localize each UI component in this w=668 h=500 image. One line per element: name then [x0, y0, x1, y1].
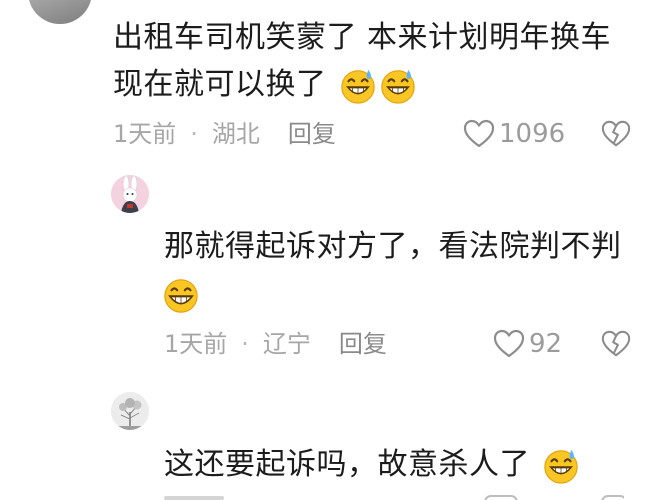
broken-heart-icon [601, 120, 631, 147]
heart-icon [493, 329, 525, 358]
avatar[interactable] [111, 175, 149, 213]
dislike-button[interactable] [601, 329, 631, 359]
comment-text: 这还要起诉吗，故意杀人了 [164, 444, 580, 486]
comment-text: 那就得起诉对方了，看法院判不判 [164, 226, 622, 268]
grin-sweat-emoji [542, 447, 580, 485]
rabbit-avatar-image [111, 175, 149, 213]
meta-separator: · [190, 120, 198, 148]
comment-item: 这还要起诉吗，故意杀人了 [0, 380, 668, 500]
broken-heart-icon [601, 330, 631, 357]
like-count: 1096 [499, 119, 566, 149]
comment-text-line: 这还要起诉吗，故意杀人了 [164, 447, 530, 482]
like-count: 92 [529, 329, 563, 359]
comment-meta: 1天前 · 辽宁 回复 [164, 327, 387, 361]
comment-time: 1天前 [164, 330, 228, 358]
grin-emoji [162, 277, 200, 315]
comment-text-line: 那就得起诉对方了，看法院判不判 [164, 229, 622, 264]
avatar[interactable] [111, 392, 149, 430]
comment-text: 现在就可以换了 [113, 64, 417, 106]
comment-location: 辽宁 [262, 330, 311, 358]
comment-location: 湖北 [211, 120, 260, 148]
comment-item: 出租车司机笑蒙了 本来计划明年换车 现在就可以换了 1天前 · 湖北 回复 10… [0, 0, 668, 170]
avatar[interactable] [28, 0, 92, 24]
heart-icon [463, 119, 495, 148]
like-button[interactable]: 1096 [463, 117, 565, 151]
comment-text: 出租车司机笑蒙了 本来计划明年换车 [113, 17, 611, 59]
grin-sweat-emoji [379, 67, 417, 105]
comment-text-line: 出租车司机笑蒙了 本来计划明年换车 [113, 20, 612, 55]
comment-item: 那就得起诉对方了，看法院判不判 1天前 · 辽宁 回复 92 [0, 170, 668, 370]
reply-button[interactable]: 回复 [339, 330, 387, 358]
comment-meta: 1天前 · 湖北 回复 [113, 117, 336, 151]
comment-thread: 出租车司机笑蒙了 本来计划明年换车 现在就可以换了 1天前 · 湖北 回复 10… [0, 0, 668, 500]
comment-text [162, 274, 200, 316]
comment-text-line: 现在就可以换了 [113, 67, 327, 102]
tree-avatar-image [111, 392, 149, 430]
grin-sweat-emoji [339, 67, 377, 105]
reply-button[interactable]: 回复 [288, 120, 336, 148]
meta-separator: · [241, 330, 249, 358]
comment-time: 1天前 [113, 120, 177, 148]
like-button[interactable]: 92 [493, 327, 562, 361]
cropped-meta-row [164, 494, 624, 500]
dislike-button[interactable] [601, 119, 631, 149]
